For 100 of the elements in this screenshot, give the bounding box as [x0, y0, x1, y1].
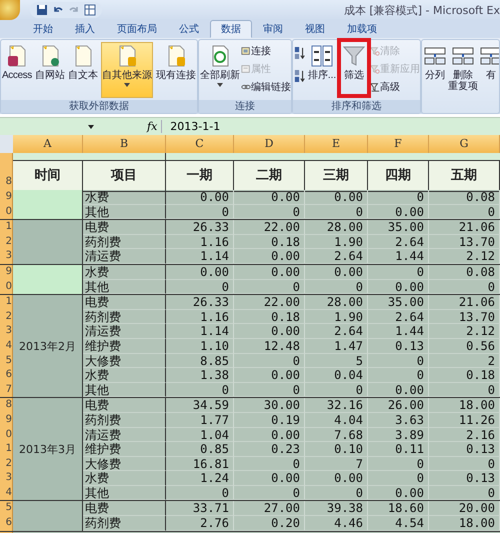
function-label[interactable]: fx [143, 120, 162, 133]
window-title: 成本 [兼容模式] - Microsoft Ex [344, 2, 500, 18]
row-number: 3 [0, 249, 13, 264]
table-cell: 0.18 [234, 234, 305, 250]
table-cell: 0.00 [234, 324, 305, 339]
properties-icon [240, 64, 251, 74]
ribbon-button[interactable]: 排序... [306, 42, 338, 98]
table-cell: 1.16 [166, 310, 234, 324]
ribbon-button[interactable]: 有 [478, 42, 499, 98]
ribbon-button[interactable]: 连接 [240, 42, 291, 59]
table-cell: 28.00 [305, 220, 368, 235]
ribbon-button[interactable]: 自文本 [66, 42, 99, 98]
table-cell: 0.00 [305, 264, 368, 280]
table-cell: 0.10 [305, 442, 368, 457]
table-cell: 大修费 [83, 354, 166, 368]
table-cell: 电费 [83, 398, 166, 413]
table-cell: 3.89 [368, 428, 429, 442]
table-cell: 0 [368, 190, 429, 205]
table-cell: 0.08 [429, 264, 500, 280]
table-icon[interactable] [84, 4, 96, 16]
row-number: 3 [0, 471, 13, 486]
table-cell: 0 [429, 382, 500, 398]
table-cell: 0 [305, 204, 368, 220]
table-cell: 12.48 [234, 338, 305, 354]
table-cell: 39.38 [305, 501, 368, 516]
formula-field[interactable]: 2013-1-1 [162, 120, 500, 133]
table-cell: 0 [368, 354, 429, 368]
table-cell: 0 [429, 280, 500, 294]
row-number: 3 [0, 324, 13, 339]
table-cell: 0.18 [429, 368, 500, 383]
ribbon-button[interactable]: 分列 [422, 42, 448, 98]
table-cell: 0 [368, 368, 429, 383]
table-cell: 13.70 [429, 234, 500, 250]
ribbon-tab[interactable]: 插入 [64, 20, 106, 38]
header-cell: 一期 [166, 160, 234, 192]
row-number: 8 [0, 160, 13, 192]
ribbon-tab[interactable]: 审阅 [252, 20, 294, 38]
table-cell: 0 [305, 486, 368, 500]
ribbon-button[interactable]: 删除 重复项 [447, 42, 480, 98]
row-number: 7 [0, 382, 13, 398]
ribbon-tab[interactable]: 页面布局 [106, 20, 168, 38]
table-cell: 2.64 [368, 310, 429, 324]
table-cell: 0.85 [166, 442, 234, 457]
save-icon[interactable] [36, 4, 48, 16]
ribbon-tab[interactable]: 开始 [22, 20, 64, 38]
sort-descending-icon[interactable] [294, 68, 306, 84]
row-number: 9 [0, 412, 13, 428]
funnel-refresh-icon [370, 64, 380, 74]
ribbon-tab[interactable]: 数据 [210, 20, 252, 38]
ribbon-button[interactable]: 全部刷新 [198, 42, 241, 98]
ribbon-tab[interactable]: 公式 [168, 20, 210, 38]
table-cell: 大修费 [83, 456, 166, 472]
row-number: 0 [0, 204, 13, 220]
table-cell: 22.00 [234, 220, 305, 235]
ribbon-tab[interactable]: 加载项 [336, 20, 388, 38]
sort-ascending-icon[interactable] [294, 45, 306, 61]
header-cell: 四期 [368, 160, 429, 192]
table-cell: 13.70 [429, 310, 500, 324]
row-number: 0 [0, 428, 13, 442]
table-cell: 0 [305, 382, 368, 398]
ribbon-button[interactable]: 自其他来源 [100, 42, 153, 98]
ribbon-button[interactable]: 筛选 [341, 42, 368, 94]
table-cell: 2.12 [429, 249, 500, 264]
ribbon-button[interactable]: 自网站 [34, 42, 66, 98]
row-number: 1 [0, 220, 13, 235]
table-cell: 0.56 [429, 338, 500, 354]
table-cell: 1.44 [368, 249, 429, 264]
header-cell: 项目 [83, 160, 166, 192]
row-number: 4 [0, 338, 13, 354]
table-cell: 4.04 [305, 412, 368, 428]
ribbon-button[interactable]: Access [1, 42, 33, 98]
table-cell: 0.00 [368, 204, 429, 220]
ribbon-button[interactable]: 现有连接 [154, 42, 197, 98]
ribbon-button[interactable]: 编辑链接 [240, 78, 291, 95]
table-cell: 其他 [83, 382, 166, 398]
table-cell: 0.00 [234, 368, 305, 383]
row-number: 5 [0, 354, 13, 368]
ribbon-button[interactable]: 高级 [370, 78, 420, 95]
table-cell: 0.00 [166, 264, 234, 280]
table-cell: 2.64 [305, 249, 368, 264]
table-cell: 2 [429, 354, 500, 368]
row-number: 2 [0, 234, 13, 250]
table-cell: 26.33 [166, 220, 234, 235]
table-cell: 0.00 [305, 190, 368, 205]
table-cell: 0.00 [234, 264, 305, 280]
table-cell: 0.13 [429, 442, 500, 457]
header-cell: 三期 [305, 160, 368, 192]
table-cell: 0 [429, 456, 500, 472]
ribbon-tab[interactable]: 视图 [294, 20, 336, 38]
table-cell: 0 [166, 486, 234, 500]
table-cell: 0 [234, 354, 305, 368]
table-cell: 7.68 [305, 428, 368, 442]
table-cell: 1.10 [166, 338, 234, 354]
table-cell: 电费 [83, 295, 166, 310]
table-cell: 0.23 [234, 442, 305, 457]
row-number: 9 [0, 190, 13, 205]
table-cell: 0 [305, 280, 368, 294]
table-cell: 其他 [83, 204, 166, 220]
table-cell: 18.60 [368, 501, 429, 516]
table-cell: 21.06 [429, 220, 500, 235]
